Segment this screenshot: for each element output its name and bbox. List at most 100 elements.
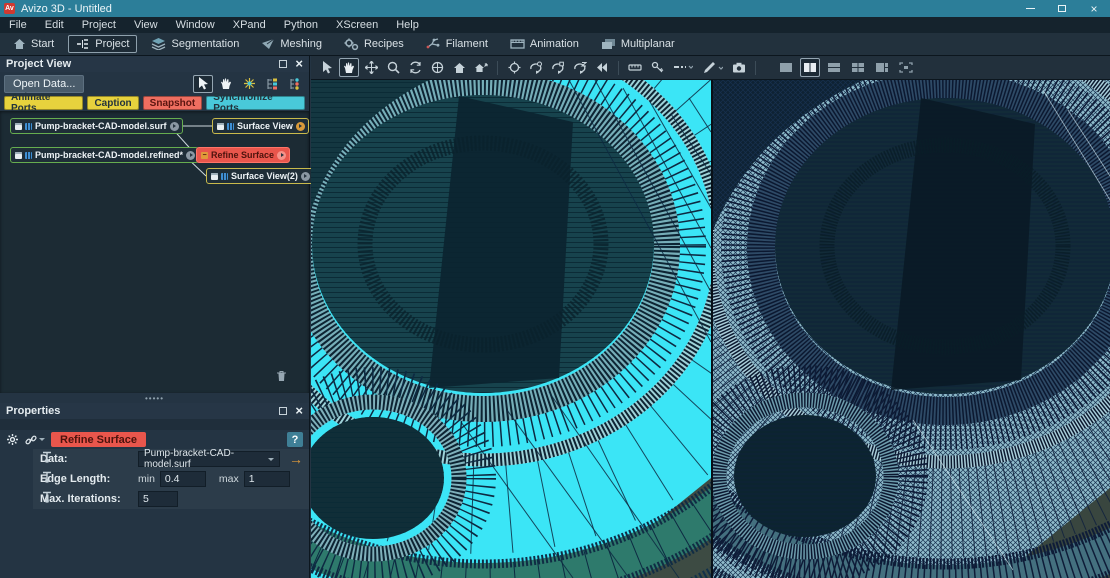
menu-window[interactable]: Window	[167, 17, 224, 33]
caption-button[interactable]: Caption	[87, 96, 138, 110]
quad-alt-view-button[interactable]	[872, 58, 892, 77]
close-panel-icon[interactable]: ×	[295, 406, 303, 416]
node-port-toggle[interactable]	[296, 122, 305, 131]
surface-data-icon	[227, 123, 234, 130]
menu-xscreen[interactable]: XScreen	[327, 17, 387, 33]
data-select[interactable]: Pump-bracket-CAD-model.surf	[138, 451, 280, 467]
max-iterations-input[interactable]	[138, 491, 178, 507]
view-all-button[interactable]	[449, 58, 469, 77]
menu-help[interactable]: Help	[387, 17, 428, 33]
animate-ports-button[interactable]: Animate Ports	[4, 96, 83, 110]
menu-view[interactable]: View	[125, 17, 167, 33]
rotate-y-button[interactable]	[548, 58, 568, 77]
pointer-tool-button[interactable]	[193, 75, 213, 93]
zoom-tool-button[interactable]	[383, 58, 403, 77]
edge-min-input[interactable]	[160, 471, 206, 487]
quad-view-button[interactable]	[848, 58, 868, 77]
node-surface-view[interactable]: Surface View	[212, 118, 309, 134]
help-button[interactable]: ?	[287, 432, 303, 447]
line-style-button[interactable]	[669, 58, 697, 77]
project-node-graph[interactable]: Pump-bracket-CAD-model.surf Surface View…	[0, 111, 309, 393]
close-button[interactable]: ×	[1078, 0, 1110, 17]
measure-tool-button[interactable]	[625, 58, 645, 77]
gear-icon[interactable]	[6, 433, 19, 446]
tree-view-button[interactable]	[262, 75, 282, 93]
menu-python[interactable]: Python	[275, 17, 327, 33]
pin-port-icon[interactable]	[42, 471, 52, 487]
ribbon-filament[interactable]: Filament	[418, 35, 496, 53]
film-icon	[510, 38, 525, 50]
trackball-icon	[431, 61, 444, 74]
maximize-button[interactable]	[1046, 0, 1078, 17]
viewer-settings-icon	[243, 77, 256, 90]
link-dropdown[interactable]	[25, 434, 45, 446]
module-name-badge[interactable]: Refine Surface	[51, 432, 146, 447]
menu-project[interactable]: Project	[73, 17, 125, 33]
ribbon-meshing[interactable]: Meshing	[253, 35, 330, 53]
3d-viewport-canvas[interactable]	[311, 80, 1110, 578]
pin-port-icon[interactable]	[42, 491, 52, 507]
snapshot-button[interactable]	[729, 58, 749, 77]
edge-max-input[interactable]	[244, 471, 290, 487]
single-view-button[interactable]	[776, 58, 796, 77]
ribbon-segmentation[interactable]: Segmentation	[143, 35, 247, 53]
ribbon-multiplanar[interactable]: Multiplanar	[593, 35, 683, 53]
set-home-button[interactable]	[471, 58, 491, 77]
show-connection-arrow-icon[interactable]: →	[289, 451, 303, 467]
rotate-x-button[interactable]	[526, 58, 546, 77]
node-port-toggle[interactable]	[301, 172, 310, 181]
hand-tool-button[interactable]	[339, 58, 359, 77]
mesh-icon	[261, 38, 275, 50]
list-view-button[interactable]	[285, 75, 305, 93]
float-panel-icon[interactable]	[279, 407, 287, 415]
menu-edit[interactable]: Edit	[36, 17, 73, 33]
properties-gap	[0, 419, 309, 430]
ribbon-project[interactable]: Project	[68, 35, 137, 53]
trash-icon[interactable]	[276, 370, 287, 385]
module-icon: −	[201, 152, 208, 159]
stacked-view-button[interactable]	[824, 58, 844, 77]
node-port-toggle[interactable]	[186, 151, 195, 160]
viewport-divider[interactable]	[711, 80, 713, 578]
rotate-z-button[interactable]	[570, 58, 590, 77]
float-panel-icon[interactable]	[279, 60, 287, 68]
node-port-toggle[interactable]	[277, 151, 286, 160]
pin-port-icon[interactable]	[42, 451, 52, 467]
close-panel-icon[interactable]: ×	[295, 59, 303, 69]
hand-tool-button[interactable]	[216, 75, 236, 93]
viewer-settings-button[interactable]	[239, 75, 259, 93]
gears-icon	[344, 38, 359, 51]
pan-tool-button[interactable]	[361, 58, 381, 77]
seek-icon	[508, 61, 521, 74]
panel-splitter[interactable]: •••••	[0, 393, 309, 403]
node-surface-view-2[interactable]: Surface View(2)	[206, 168, 314, 184]
probe-tool-button[interactable]	[699, 58, 727, 77]
ribbon-animation[interactable]: Animation	[502, 35, 587, 53]
rewind-button[interactable]	[592, 58, 612, 77]
fullscreen-button[interactable]	[896, 58, 916, 77]
toolbar-separator	[618, 61, 619, 75]
ribbon-recipes[interactable]: Recipes	[336, 35, 412, 54]
menu-xpand[interactable]: XPand	[224, 17, 275, 33]
node-port-toggle[interactable]	[170, 122, 179, 131]
stacked-view-icon	[827, 62, 841, 73]
node-pump-bracket-refined[interactable]: Pump-bracket-CAD-model.refined*	[10, 147, 199, 163]
node-pump-bracket-surf[interactable]: Pump-bracket-CAD-model.surf	[10, 118, 183, 134]
trackball-tool-button[interactable]	[427, 58, 447, 77]
menu-file[interactable]: File	[0, 17, 36, 33]
pointer-tool-button[interactable]	[317, 58, 337, 77]
layers-icon	[151, 38, 166, 50]
minimize-button[interactable]	[1014, 0, 1046, 17]
pointer-key-button[interactable]	[647, 58, 667, 77]
snapshot-button[interactable]: Snapshot	[143, 96, 203, 110]
open-data-button[interactable]: Open Data...	[4, 75, 84, 93]
dual-view-button[interactable]	[800, 58, 820, 77]
node-refine-surface[interactable]: − Refine Surface	[196, 147, 290, 163]
seek-button[interactable]	[504, 58, 524, 77]
quad-view-icon	[851, 62, 865, 73]
rotate-y-icon	[551, 61, 565, 74]
orbit-tool-button[interactable]	[405, 58, 425, 77]
synchronize-ports-button[interactable]: Synchronize Ports	[206, 96, 305, 110]
ribbon-start[interactable]: Start	[5, 35, 62, 53]
max-iterations-row: Max. Iterations:	[0, 489, 309, 509]
